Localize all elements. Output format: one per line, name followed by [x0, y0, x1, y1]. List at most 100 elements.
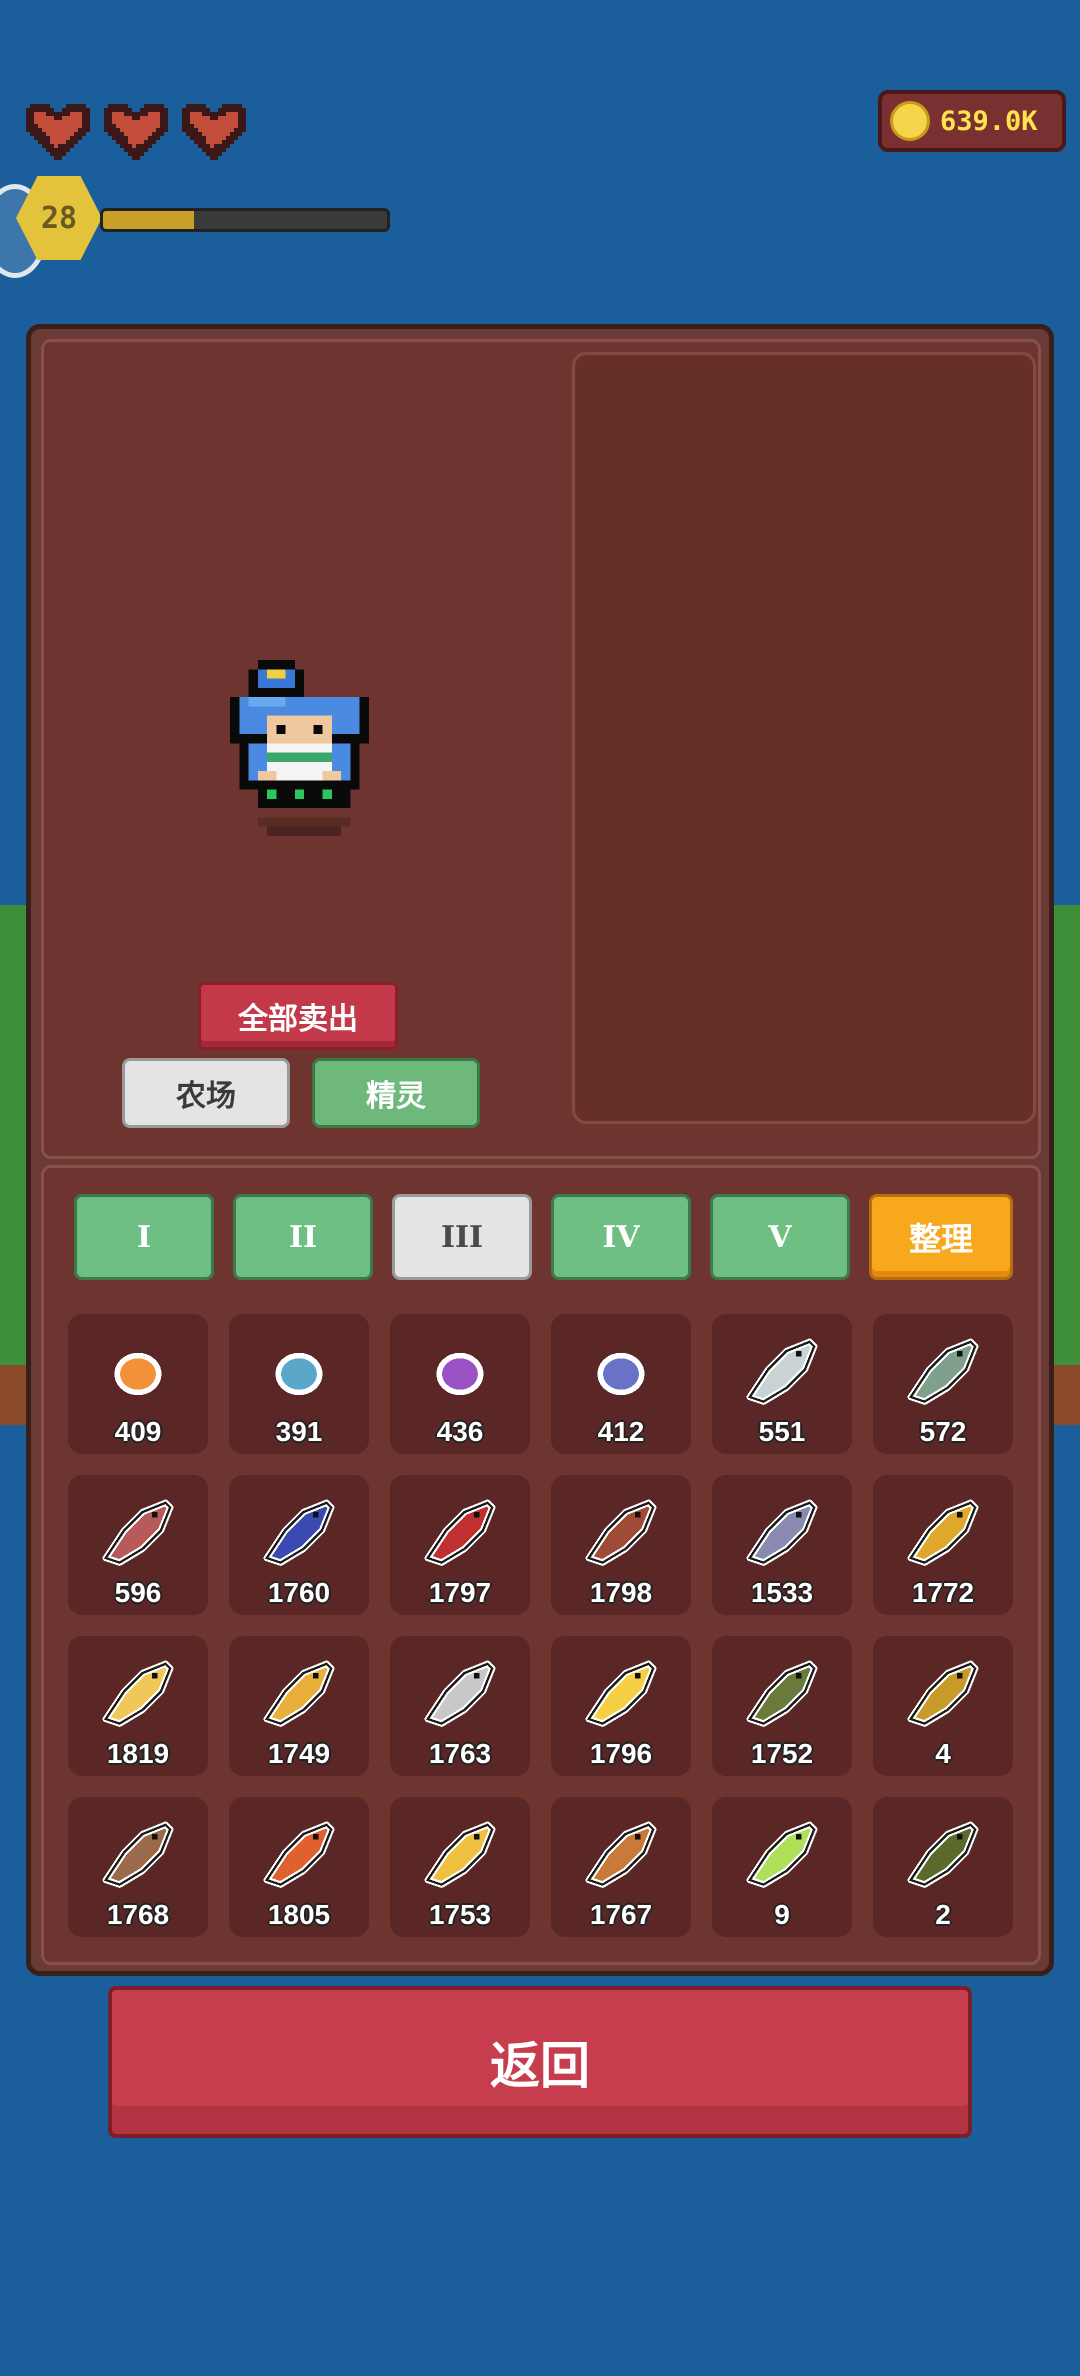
blue-gem-icon [275, 1352, 323, 1396]
inventory-slot[interactable]: 1796 [551, 1636, 691, 1776]
tropical-fish-icon [907, 1660, 979, 1727]
red-coral-icon [102, 1499, 174, 1566]
tab-spirit[interactable]: 精灵 [312, 1058, 480, 1128]
tier-tabs: I II III IV V 整理 [74, 1194, 1013, 1280]
item-count: 572 [919, 1416, 967, 1447]
item-count: 2 [935, 1899, 951, 1930]
blue-pebble-icon [597, 1352, 645, 1396]
gold-fish-icon [102, 1660, 174, 1727]
item-count: 4 [935, 1738, 951, 1769]
inventory-slot[interactable]: 1772 [873, 1475, 1013, 1615]
item-count: 1805 [267, 1899, 331, 1930]
inventory-slot[interactable]: 1763 [390, 1636, 530, 1776]
level-number: 28 [40, 200, 78, 236]
tier-tab-3[interactable]: III [392, 1194, 532, 1280]
xp-bar [100, 208, 390, 232]
sell-all-button[interactable]: 全部卖出 [198, 982, 398, 1050]
health-hearts [22, 100, 250, 164]
inventory-section: I II III IV V 整理 409 391 436 412 551 572 596 17… [41, 1165, 1041, 1965]
inventory-slot[interactable]: 1533 [712, 1475, 852, 1615]
item-count: 1797 [428, 1577, 492, 1608]
inventory-slot[interactable]: 1753 [390, 1797, 530, 1937]
sort-button[interactable]: 整理 [869, 1194, 1013, 1280]
item-count: 596 [114, 1577, 162, 1608]
item-count: 412 [597, 1416, 645, 1447]
green-seaweed-icon [907, 1338, 979, 1405]
item-count: 1749 [267, 1738, 331, 1769]
item-count: 1760 [267, 1577, 331, 1608]
heart-icon [182, 104, 246, 160]
inventory-slot[interactable]: 572 [873, 1314, 1013, 1454]
item-count: 1533 [750, 1577, 814, 1608]
heart-icon [104, 104, 168, 160]
coin-counter: 639.0K [878, 90, 1066, 152]
item-count: 1819 [106, 1738, 170, 1769]
inventory-slot[interactable]: 1767 [551, 1797, 691, 1937]
orange-seed-icon [114, 1352, 162, 1396]
back-button[interactable]: 返回 [108, 1986, 972, 2138]
item-count: 9 [774, 1899, 790, 1930]
item-count: 551 [758, 1416, 806, 1447]
item-count: 1798 [589, 1577, 653, 1608]
silver-fish-icon [424, 1660, 496, 1727]
dark-bass-icon [907, 1821, 979, 1888]
inventory-slot[interactable]: 1805 [229, 1797, 369, 1937]
item-count: 1796 [589, 1738, 653, 1769]
inventory-slot[interactable]: 2 [873, 1797, 1013, 1937]
coin-amount: 639.0K [940, 105, 1038, 137]
sun-fish-icon [585, 1660, 657, 1727]
inventory-slot[interactable]: 1749 [229, 1636, 369, 1776]
white-shell-icon [746, 1338, 818, 1405]
inventory-slot[interactable]: 1768 [68, 1797, 208, 1937]
red-fish-icon [424, 1499, 496, 1566]
inventory-slot[interactable]: 1819 [68, 1636, 208, 1776]
item-count: 1768 [106, 1899, 170, 1930]
inventory-slot[interactable]: 409 [68, 1314, 208, 1454]
item-count: 409 [114, 1416, 162, 1447]
golden-fish-icon [263, 1660, 335, 1727]
yellow-tang-icon [424, 1821, 496, 1888]
item-count: 436 [436, 1416, 484, 1447]
lime-fish-icon [746, 1821, 818, 1888]
inventory-panel: 全部卖出 农场 精灵 I II III IV V 整理 409 391 436 412… [26, 324, 1054, 1976]
inventory-slot[interactable]: 1752 [712, 1636, 852, 1776]
coin-icon [890, 101, 930, 141]
item-count: 391 [275, 1416, 323, 1447]
lionfish-icon [585, 1821, 657, 1888]
brown-flounder-icon [102, 1821, 174, 1888]
purple-gem-icon [436, 1352, 484, 1396]
item-count: 1753 [428, 1899, 492, 1930]
item-count: 1767 [589, 1899, 653, 1930]
green-eel-icon [746, 1660, 818, 1727]
inventory-slot[interactable]: 412 [551, 1314, 691, 1454]
inventory-slot[interactable]: 1798 [551, 1475, 691, 1615]
inventory-slot[interactable]: 1797 [390, 1475, 530, 1615]
xp-bar-fill [103, 211, 194, 229]
inventory-slot[interactable]: 596 [68, 1475, 208, 1615]
heart-icon [26, 104, 90, 160]
inventory-slot[interactable]: 9 [712, 1797, 852, 1937]
character-section: 全部卖出 农场 精灵 [41, 339, 1041, 1159]
clownfish-icon [263, 1821, 335, 1888]
striped-fish-icon [585, 1499, 657, 1566]
tier-tab-5[interactable]: V [710, 1194, 850, 1280]
inventory-slot[interactable]: 551 [712, 1314, 852, 1454]
grey-fish-icon [746, 1499, 818, 1566]
inventory-slot[interactable]: 1760 [229, 1475, 369, 1615]
inventory-slot[interactable]: 4 [873, 1636, 1013, 1776]
tier-tab-2[interactable]: II [233, 1194, 373, 1280]
yellow-fish-icon [907, 1499, 979, 1566]
inventory-slot[interactable]: 436 [390, 1314, 530, 1454]
blue-fish-icon [263, 1499, 335, 1566]
tab-farm[interactable]: 农场 [122, 1058, 290, 1128]
tier-tab-1[interactable]: I [74, 1194, 214, 1280]
item-count: 1772 [911, 1577, 975, 1608]
item-preview-area [572, 352, 1036, 1124]
item-count: 1752 [750, 1738, 814, 1769]
player-character-sprite [230, 660, 369, 836]
inventory-slot[interactable]: 391 [229, 1314, 369, 1454]
item-grid: 409 391 436 412 551 572 596 1760 1797 1798 1533 177… [68, 1314, 1013, 1937]
item-count: 1763 [428, 1738, 492, 1769]
tier-tab-4[interactable]: IV [551, 1194, 691, 1280]
level-indicator: 28 [0, 172, 400, 278]
